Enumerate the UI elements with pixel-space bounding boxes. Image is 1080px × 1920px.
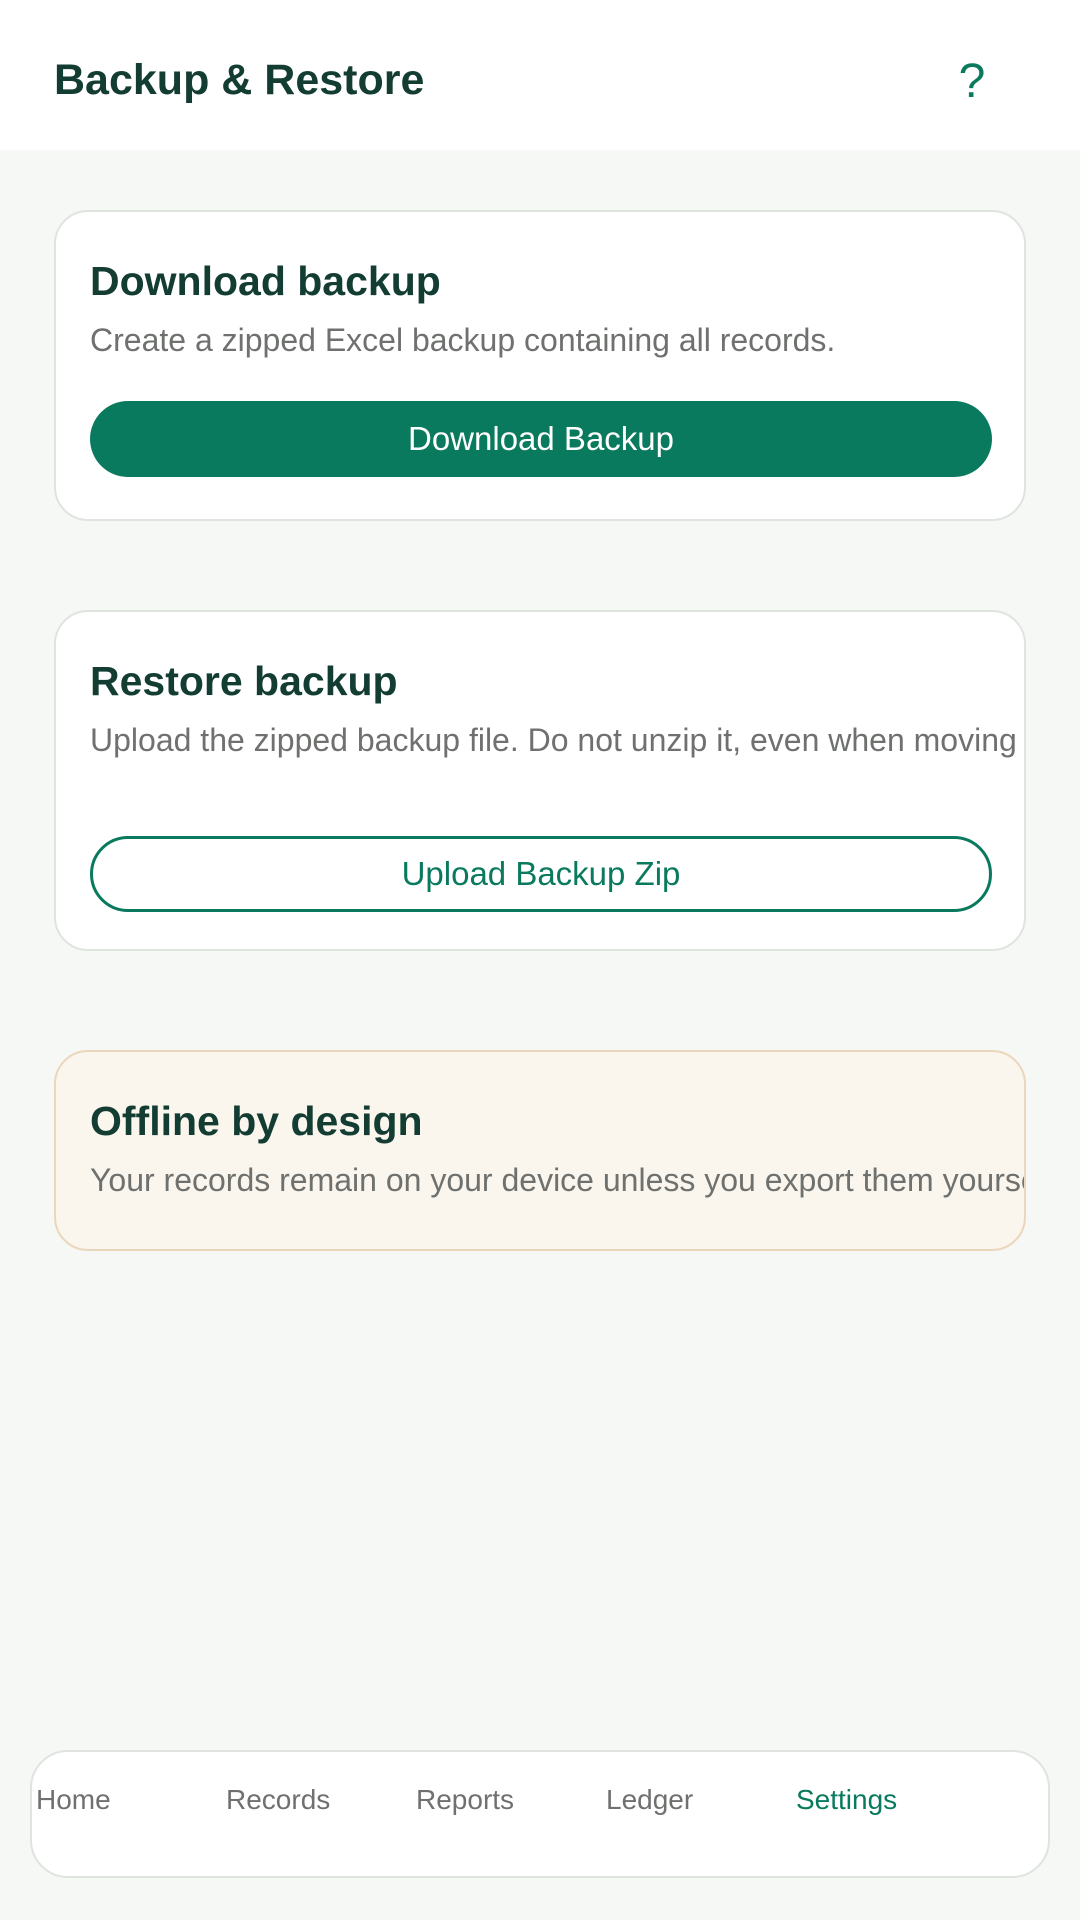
nav-item-reports[interactable]: Reports — [416, 1784, 514, 1816]
page-title: Backup & Restore — [54, 56, 425, 104]
nav-item-ledger[interactable]: Ledger — [606, 1784, 693, 1816]
download-backup-description: Create a zipped Excel backup containing … — [90, 322, 836, 358]
restore-backup-title: Restore backup — [90, 658, 398, 704]
offline-notice-card: Offline by design Your records remain on… — [54, 1050, 1026, 1251]
download-backup-card: Download backup Create a zipped Excel ba… — [54, 210, 1026, 521]
upload-backup-zip-button[interactable]: Upload Backup Zip — [90, 836, 992, 912]
bottom-nav: Home Records Reports Ledger Settings — [30, 1750, 1050, 1878]
help-button[interactable]: ? — [940, 44, 1004, 120]
help-question-icon: ? — [958, 55, 986, 108]
nav-item-settings[interactable]: Settings — [796, 1784, 897, 1816]
offline-notice-title: Offline by design — [90, 1098, 423, 1144]
download-backup-title: Download backup — [90, 258, 441, 304]
download-backup-button[interactable]: Download Backup — [90, 401, 992, 477]
offline-notice-description: Your records remain on your device unles… — [90, 1162, 1026, 1198]
app-header: Backup & Restore ? — [0, 0, 1080, 150]
nav-item-home[interactable]: Home — [36, 1784, 111, 1816]
nav-item-records[interactable]: Records — [226, 1784, 330, 1816]
restore-backup-card: Restore backup Upload the zipped backup … — [54, 610, 1026, 951]
restore-backup-description: Upload the zipped backup file. Do not un… — [90, 722, 1017, 758]
